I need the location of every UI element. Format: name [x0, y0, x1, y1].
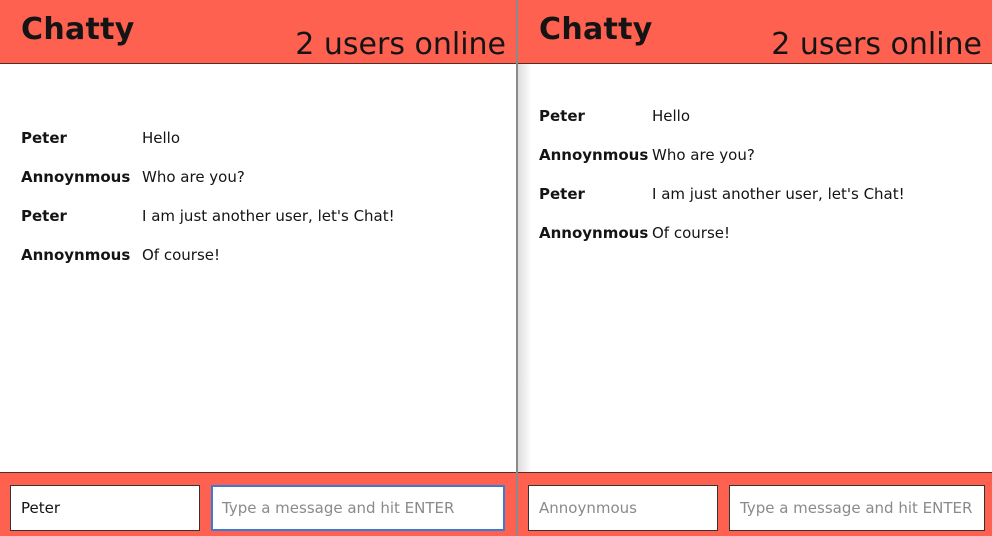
app-header: Chatty 2 users online: [0, 0, 516, 64]
online-users-count: 2 users online: [295, 27, 506, 62]
app-title: Chatty: [539, 12, 653, 47]
message-row: Peter I am just another user, let's Chat!: [21, 204, 395, 228]
message-text: Who are you?: [652, 146, 755, 164]
online-users-count: 2 users online: [771, 27, 982, 62]
chat-window-right: Chatty 2 users online Peter Hello Annoynm…: [518, 0, 992, 536]
message-text: Hello: [652, 107, 691, 125]
message-row: Annoynmous Who are you?: [539, 143, 755, 167]
chat-footer: Peter Type a message and hit ENTER: [0, 472, 516, 536]
message-text: Of course!: [652, 224, 731, 242]
browser-viewport: Chatty 2 users online Peter Hello Annoynm…: [0, 0, 992, 536]
message-username: Peter: [539, 185, 585, 203]
message-text: I am just another user, let's Chat!: [652, 185, 905, 203]
message-username: Peter: [21, 129, 67, 147]
message-input[interactable]: Type a message and hit ENTER: [211, 485, 505, 531]
chat-window-left: Chatty 2 users online Peter Hello Annoynm…: [0, 0, 516, 536]
message-username: Annoynmous: [539, 146, 649, 164]
app-title: Chatty: [21, 12, 135, 47]
message-row: Peter Hello: [21, 126, 180, 150]
app-header: Chatty 2 users online: [518, 0, 992, 64]
message-input[interactable]: Type a message and hit ENTER: [729, 485, 985, 531]
message-username: Annoynmous: [21, 168, 131, 186]
message-row: Peter Hello: [539, 104, 690, 128]
message-username: Peter: [21, 207, 67, 225]
message-list: Peter Hello Annoynmous Who are you? Peter I…: [0, 65, 516, 472]
username-input[interactable]: Annoynmous: [528, 485, 718, 531]
message-username: Annoynmous: [539, 224, 649, 242]
message-row: Annoynmous Who are you?: [21, 165, 245, 189]
message-row: Annoynmous Of course!: [539, 221, 730, 245]
message-text: I am just another user, let's Chat!: [142, 207, 395, 225]
message-row: Peter I am just another user, let's Chat!: [539, 182, 905, 206]
message-text: Who are you?: [142, 168, 245, 186]
message-text: Hello: [142, 129, 181, 147]
message-list: Peter Hello Annoynmous Who are you? Peter I…: [518, 65, 992, 472]
message-username: Annoynmous: [21, 246, 131, 264]
message-username: Peter: [539, 107, 585, 125]
username-input[interactable]: Peter: [10, 485, 200, 531]
message-row: Annoynmous Of course!: [21, 243, 220, 267]
message-text: Of course!: [142, 246, 221, 264]
chat-footer: Annoynmous Type a message and hit ENTER: [518, 472, 992, 536]
